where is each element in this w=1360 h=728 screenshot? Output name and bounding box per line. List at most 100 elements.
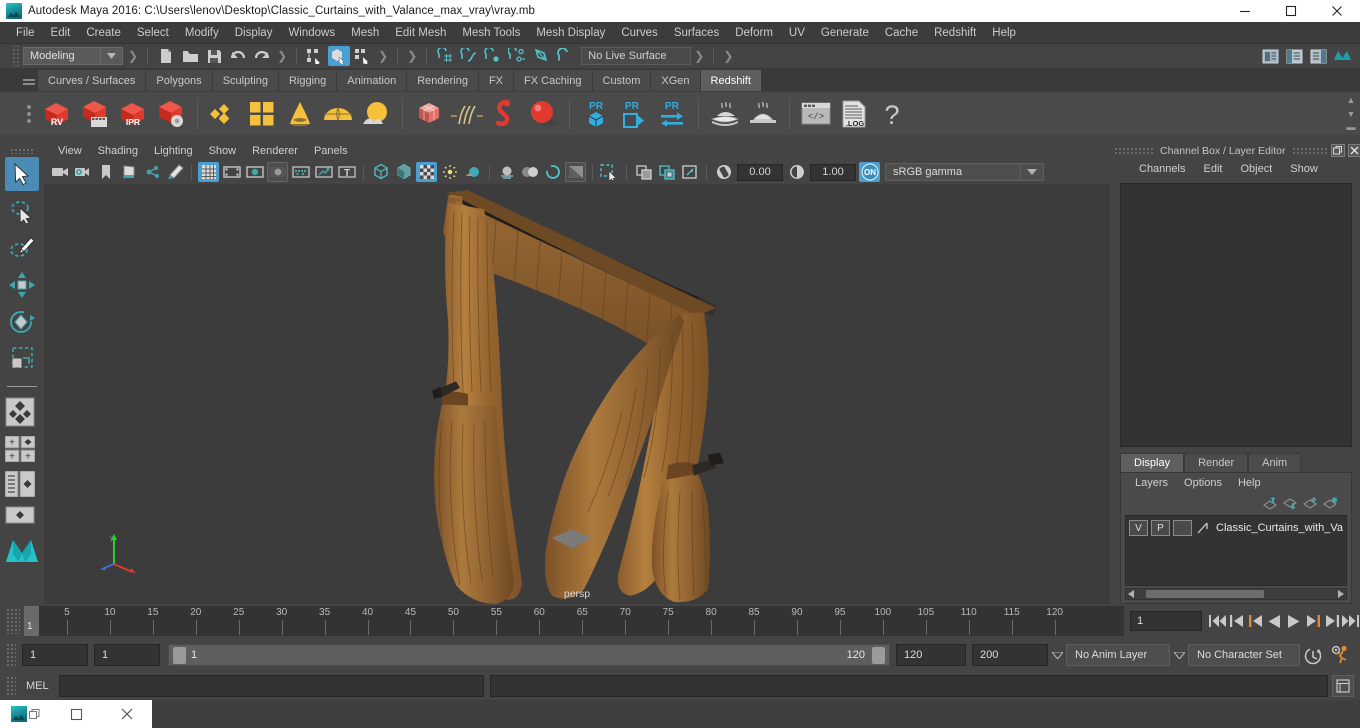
redshift-render-view-icon[interactable]: RV — [40, 96, 74, 132]
redshift-hair-icon[interactable] — [450, 96, 484, 132]
redshift-log-icon[interactable]: .LOG — [837, 96, 871, 132]
save-scene-icon[interactable] — [203, 46, 225, 66]
menu-file[interactable]: File — [8, 22, 43, 44]
shaded-wireframe-icon[interactable] — [439, 162, 460, 182]
rotate-tool[interactable] — [5, 305, 39, 339]
taskbar-maya-button[interactable] — [0, 700, 51, 728]
close-button[interactable] — [1314, 0, 1360, 22]
redshift-help-icon[interactable]: ? — [875, 96, 909, 132]
layer-display-type-toggle[interactable] — [1173, 520, 1192, 536]
two-d-pan-zoom-icon[interactable] — [141, 162, 162, 182]
status-section-collapse-6[interactable]: ❯ — [720, 49, 736, 63]
status-section-collapse-1[interactable]: ❯ — [125, 49, 141, 63]
channel-box-list[interactable] — [1120, 183, 1352, 447]
play-forwards-icon[interactable] — [1284, 610, 1303, 632]
shelf-scroll-controls[interactable]: ▲ ▼ ▬ — [1344, 96, 1358, 132]
menu-mesh[interactable]: Mesh — [343, 22, 387, 44]
xray-icon[interactable] — [633, 162, 654, 182]
layer-menu-layers[interactable]: Layers — [1127, 477, 1176, 489]
make-live-icon[interactable] — [554, 46, 576, 66]
close-panel-button[interactable] — [1347, 144, 1360, 157]
redshift-pr-export-icon[interactable]: PR — [617, 96, 651, 132]
redshift-ipr-icon[interactable]: IPR — [116, 96, 150, 132]
anim-layer-selector[interactable]: No Anim Layer — [1066, 644, 1170, 666]
sidebar-tool-icon[interactable] — [1283, 46, 1305, 66]
time-slider[interactable]: 1 5 10 15 20 25 30 35 40 45 50 55 60 65 70 75 80 85 90 95 1… — [24, 606, 1124, 636]
close-window-button[interactable] — [101, 700, 152, 728]
safe-action-icon[interactable] — [313, 162, 334, 182]
tab-anim[interactable]: Anim — [1248, 453, 1302, 472]
redshift-environment-icon[interactable] — [359, 96, 393, 132]
color-management-toggle-icon[interactable]: ON — [859, 162, 880, 182]
menu-set-selector[interactable]: Modeling — [23, 47, 123, 65]
shelf-tab-polygons[interactable]: Polygons — [146, 70, 213, 91]
gamma-field[interactable]: 1.00 — [810, 163, 856, 181]
split-layout[interactable]: + + + — [4, 435, 39, 467]
snap-to-view-plane-icon[interactable] — [530, 46, 552, 66]
paint-select-tool[interactable] — [5, 231, 39, 265]
shelf-menu-icon[interactable] — [20, 68, 38, 91]
select-by-object-icon[interactable] — [328, 46, 351, 66]
menu-curves[interactable]: Curves — [613, 22, 665, 44]
character-set-selector[interactable]: No Character Set — [1188, 644, 1300, 666]
channelbox-menu-show[interactable]: Show — [1281, 163, 1327, 175]
shelf-tab-fx[interactable]: FX — [478, 70, 515, 91]
menu-surfaces[interactable]: Surfaces — [666, 22, 727, 44]
play-backwards-icon[interactable] — [1265, 610, 1284, 632]
perspective-viewport[interactable]: y persp — [44, 184, 1110, 604]
shelf-grip-icon[interactable] — [20, 92, 38, 136]
menu-create[interactable]: Create — [78, 22, 129, 44]
maximize-button[interactable] — [1268, 0, 1314, 22]
live-surface-field[interactable]: No Live Surface — [581, 47, 692, 65]
channelbox-menu-edit[interactable]: Edit — [1194, 163, 1231, 175]
undock-panel-button[interactable] — [1330, 144, 1345, 157]
status-section-collapse-4[interactable]: ❯ — [404, 49, 420, 63]
shelf-tab-sculpting[interactable]: Sculpting — [212, 70, 279, 91]
textures-icon[interactable] — [462, 162, 483, 182]
redshift-sphere-icon[interactable] — [526, 96, 560, 132]
wireframe-icon[interactable] — [370, 162, 391, 182]
shelf-tab-rigging[interactable]: Rigging — [278, 70, 338, 91]
layer-color-swatch-icon[interactable] — [1195, 520, 1211, 536]
single-persp-layout[interactable] — [5, 506, 39, 529]
select-tool[interactable] — [5, 157, 39, 191]
go-to-start-icon[interactable] — [1208, 610, 1227, 632]
menu-deform[interactable]: Deform — [727, 22, 781, 44]
go-to-end-icon[interactable] — [1341, 610, 1360, 632]
menu-mesh-tools[interactable]: Mesh Tools — [454, 22, 528, 44]
menu-cache[interactable]: Cache — [877, 22, 926, 44]
menu-uv[interactable]: UV — [781, 22, 813, 44]
animation-end-field[interactable]: 200 — [972, 644, 1048, 666]
snap-to-curve-icon[interactable] — [458, 46, 480, 66]
undo-icon[interactable] — [227, 46, 249, 66]
redo-icon[interactable] — [251, 46, 273, 66]
layer-row[interactable]: V P Classic_Curtains_with_Va — [1129, 519, 1343, 537]
viewport-menu-lighting[interactable]: Lighting — [146, 145, 201, 157]
range-start-field[interactable]: 1 — [94, 644, 160, 666]
grid-toggle-icon[interactable] — [198, 162, 219, 182]
step-forward-keyframe-icon[interactable] — [1322, 610, 1341, 632]
select-by-component-icon[interactable] — [352, 46, 374, 66]
menu-generate[interactable]: Generate — [813, 22, 877, 44]
redshift-light-cone-icon[interactable] — [283, 96, 317, 132]
xray-active-components-icon[interactable] — [679, 162, 700, 182]
script-editor-icon[interactable] — [1332, 675, 1354, 697]
four-view-layout[interactable] — [5, 397, 39, 432]
time-slider-grip[interactable] — [6, 608, 20, 634]
viewport-menu-shading[interactable]: Shading — [90, 145, 146, 157]
scale-tool[interactable] — [5, 342, 39, 376]
shelf-tab-fx-caching[interactable]: FX Caching — [514, 70, 593, 91]
lasso-select-tool[interactable] — [5, 194, 39, 228]
command-language-label[interactable]: MEL — [26, 680, 49, 692]
shadows-icon[interactable] — [519, 162, 540, 182]
shelf-tab-redshift[interactable]: Redshift — [700, 70, 762, 91]
image-plane-icon[interactable] — [118, 162, 139, 182]
snap-to-projected-center-icon[interactable] — [506, 46, 528, 66]
viewport-menu-panels[interactable]: Panels — [306, 145, 356, 157]
shelf-scroll-up-icon[interactable]: ▲ — [1347, 96, 1356, 105]
exposure-icon[interactable] — [713, 162, 734, 182]
layer-visibility-toggle[interactable]: V — [1129, 520, 1148, 536]
move-layer-up-icon[interactable] — [1261, 495, 1281, 511]
animation-preferences-icon[interactable] — [1326, 644, 1354, 666]
lights-icon[interactable] — [496, 162, 517, 182]
